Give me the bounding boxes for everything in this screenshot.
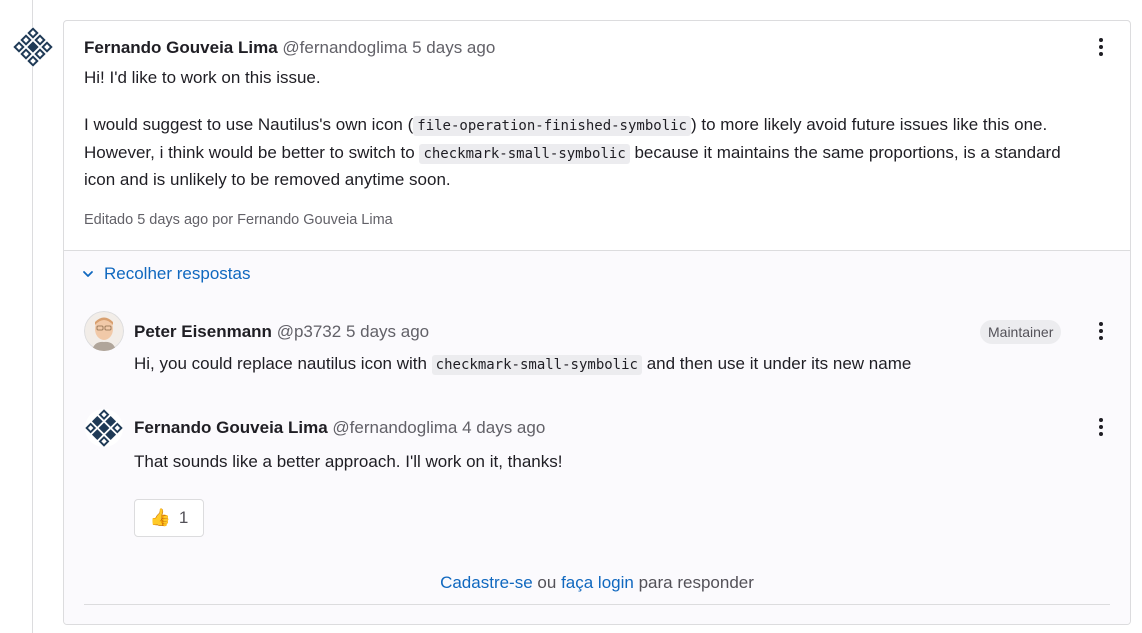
author-name[interactable]: Fernando Gouveia Lima <box>134 418 328 437</box>
footer-text: ou <box>537 573 557 592</box>
avatar[interactable] <box>12 26 54 68</box>
author-name[interactable]: Fernando Gouveia Lima <box>84 38 278 57</box>
author-name[interactable]: Peter Eisenmann <box>134 322 272 341</box>
reply-timestamp[interactable]: 4 days ago <box>462 418 545 437</box>
reply-timestamp[interactable]: 5 days ago <box>346 322 429 341</box>
login-link[interactable]: faça login <box>561 573 634 592</box>
author-handle[interactable]: @fernandoglima <box>332 418 457 437</box>
reply-header: Fernando Gouveia Lima @fernandoglima 4 d… <box>134 417 545 439</box>
footer-text: para responder <box>638 573 754 592</box>
thumbs-up-icon: 👍 <box>149 508 171 527</box>
inline-code: file-operation-finished-symbolic <box>413 116 691 136</box>
text-segment: Hi, you could replace nautilus icon with <box>134 354 432 373</box>
inline-code: checkmark-small-symbolic <box>431 355 642 375</box>
role-badge: Maintainer <box>980 320 1062 344</box>
reaction-button[interactable]: 👍 1 <box>134 499 204 537</box>
author-handle[interactable]: @fernandoglima <box>282 38 407 57</box>
timeline-line <box>32 0 33 633</box>
avatar[interactable] <box>84 408 124 448</box>
author-handle[interactable]: @p3732 <box>277 322 342 341</box>
kebab-menu-icon[interactable] <box>1091 35 1111 59</box>
note-timestamp[interactable]: 5 days ago <box>412 38 495 57</box>
kebab-menu-icon[interactable] <box>1091 319 1111 343</box>
avatar[interactable] <box>84 311 124 351</box>
signup-link[interactable]: Cadastre-se <box>440 573 533 592</box>
replies-section: Recolher respostas Peter Eisenmann @p373… <box>64 250 1130 624</box>
note-header: Fernando Gouveia Lima @fernandoglima 5 d… <box>84 37 495 59</box>
collapse-replies-label: Recolher respostas <box>104 264 251 283</box>
reply-text: Hi, you could replace nautilus icon with… <box>134 351 911 378</box>
discussion-card: Fernando Gouveia Lima @fernandoglima 5 d… <box>63 20 1131 625</box>
inline-code: checkmark-small-symbolic <box>419 143 630 164</box>
chevron-down-icon <box>83 271 93 277</box>
note-paragraph: I would suggest to use Nautilus's own ic… <box>84 112 1094 194</box>
kebab-menu-icon[interactable] <box>1091 415 1111 439</box>
collapse-replies-button[interactable]: Recolher respostas <box>82 264 250 284</box>
reply-text: That sounds like a better approach. I'll… <box>134 452 563 471</box>
text-segment: I would suggest to use Nautilus's own ic… <box>84 115 414 134</box>
edited-note: Editado 5 days ago por Fernando Gouveia … <box>84 212 393 228</box>
note-paragraph: Hi! I'd like to work on this issue. <box>84 68 321 87</box>
divider <box>84 604 1110 605</box>
text-segment: and then use it under its new name <box>641 354 912 373</box>
reply-header: Peter Eisenmann @p3732 5 days ago <box>134 321 429 343</box>
reaction-count: 1 <box>178 508 189 527</box>
reply-footer: Cadastre-se ou faça login para responder <box>64 573 1130 593</box>
